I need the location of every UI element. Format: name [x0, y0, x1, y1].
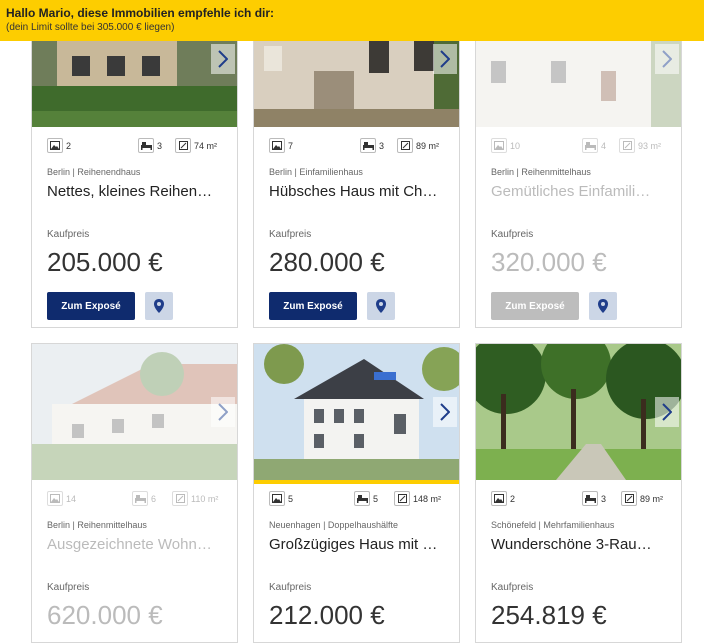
photo-count: 2: [491, 490, 515, 507]
listing-location: Neuenhagen | Doppelhaushälfte: [269, 520, 398, 530]
listing-facts: 5 5 148 m²: [254, 484, 459, 516]
listing-card[interactable]: 2 3 74 m² Berlin | Reihenendhaus Nettes,…: [31, 0, 238, 328]
map-pin-icon: [598, 299, 608, 313]
listing-price: 254.819 €: [491, 600, 607, 630]
photo-count: 14: [47, 490, 76, 507]
listing-card[interactable]: 10 4 93 m² Berlin | Reihenmittelhaus Gem…: [475, 0, 682, 328]
banner-greeting: Hallo Mario, diese Immobilien empfehle i…: [6, 6, 275, 20]
room-count: 3: [360, 137, 384, 154]
photo-count: 10: [491, 137, 520, 154]
expose-button[interactable]: Zum Exposé: [47, 292, 135, 320]
chevron-right-icon: [218, 403, 228, 421]
listing-title[interactable]: Ausgezeichnete Wohn…: [47, 535, 229, 555]
price-label: Kaufpreis: [491, 229, 534, 240]
listing-title[interactable]: Großzügiges Haus mit …: [269, 535, 451, 555]
listing-price: 205.000 €: [47, 247, 163, 277]
listing-price: 620.000 €: [47, 600, 163, 630]
living-area: 89 m²: [621, 490, 663, 507]
room-count: 5: [354, 490, 378, 507]
price-label: Kaufpreis: [47, 229, 90, 240]
next-photo-button[interactable]: [433, 397, 457, 427]
listing-card[interactable]: 5 5 148 m² Neuenhagen | Doppelhaushälfte…: [253, 343, 460, 643]
living-area: 89 m²: [397, 137, 439, 154]
listing-title[interactable]: Hübsches Haus mit Ch…: [269, 182, 451, 202]
listing-card[interactable]: 14 6 110 m² Berlin | Reihenmittelhaus Au…: [31, 343, 238, 643]
price-label: Kaufpreis: [47, 582, 90, 593]
photo-count: 5: [269, 490, 293, 507]
map-pin-icon: [376, 299, 386, 313]
room-count: 6: [132, 490, 156, 507]
room-count: 3: [138, 137, 162, 154]
area-icon: [394, 491, 410, 506]
image-icon: [269, 138, 285, 153]
listing-facts: 2 3 74 m²: [32, 127, 237, 163]
room-count: 4: [582, 137, 606, 154]
area-icon: [619, 138, 635, 153]
bed-icon: [582, 491, 598, 506]
chevron-right-icon: [662, 50, 672, 68]
listing-card[interactable]: 2 3 89 m² Schönefeld | Mehrfamilienhaus …: [475, 343, 682, 643]
listing-photo[interactable]: [32, 344, 237, 480]
next-photo-button[interactable]: [655, 397, 679, 427]
chevron-right-icon: [440, 403, 450, 421]
price-label: Kaufpreis: [269, 229, 312, 240]
listing-facts: 10 4 93 m²: [476, 127, 681, 163]
listing-location: Berlin | Reihenendhaus: [47, 167, 141, 177]
map-button[interactable]: [145, 292, 173, 320]
banner-limit-note: (dein Limit sollte bei 305.000 € liegen): [6, 22, 175, 33]
bed-icon: [354, 491, 370, 506]
next-photo-button[interactable]: [211, 44, 235, 74]
next-photo-button[interactable]: [655, 44, 679, 74]
bed-icon: [360, 138, 376, 153]
bed-icon: [582, 138, 598, 153]
bed-icon: [138, 138, 154, 153]
expose-button[interactable]: Zum Exposé: [269, 292, 357, 320]
living-area: 93 m²: [619, 137, 661, 154]
listing-title[interactable]: Wunderschöne 3-Rau…: [491, 535, 673, 555]
listing-location: Berlin | Reihenmittelhaus: [47, 520, 147, 530]
photo-count: 2: [47, 137, 71, 154]
expose-button[interactable]: Zum Exposé: [491, 292, 579, 320]
chevron-right-icon: [218, 50, 228, 68]
price-label: Kaufpreis: [269, 582, 312, 593]
listing-photo[interactable]: [476, 344, 681, 480]
listing-location: Berlin | Einfamilienhaus: [269, 167, 363, 177]
listing-location: Schönefeld | Mehrfamilienhaus: [491, 520, 615, 530]
listing-price: 212.000 €: [269, 600, 385, 630]
map-pin-icon: [154, 299, 164, 313]
chevron-right-icon: [440, 50, 450, 68]
listing-facts: 7 3 89 m²: [254, 127, 459, 163]
listing-location: Berlin | Reihenmittelhaus: [491, 167, 591, 177]
next-photo-button[interactable]: [211, 397, 235, 427]
listing-title[interactable]: Nettes, kleines Reihen…: [47, 182, 229, 202]
area-icon: [621, 491, 637, 506]
listing-title[interactable]: Gemütliches Einfamili…: [491, 182, 673, 202]
area-icon: [175, 138, 191, 153]
listing-card[interactable]: 7 3 89 m² Berlin | Einfamilienhaus Hübsc…: [253, 0, 460, 328]
listing-facts: 14 6 110 m²: [32, 480, 237, 516]
listing-photo[interactable]: [254, 344, 459, 480]
price-label: Kaufpreis: [491, 582, 534, 593]
recommendation-banner: Hallo Mario, diese Immobilien empfehle i…: [0, 0, 704, 41]
map-button[interactable]: [589, 292, 617, 320]
image-icon: [491, 138, 507, 153]
living-area: 74 m²: [175, 137, 217, 154]
image-icon: [47, 138, 63, 153]
area-icon: [397, 138, 413, 153]
chevron-right-icon: [662, 403, 672, 421]
living-area: 110 m²: [172, 490, 218, 507]
listing-price: 320.000 €: [491, 247, 607, 277]
listing-facts: 2 3 89 m²: [476, 480, 681, 516]
image-icon: [269, 491, 285, 506]
next-photo-button[interactable]: [433, 44, 457, 74]
living-area: 148 m²: [394, 490, 441, 507]
area-icon: [172, 491, 188, 506]
listing-price: 280.000 €: [269, 247, 385, 277]
map-button[interactable]: [367, 292, 395, 320]
image-icon: [491, 491, 507, 506]
image-icon: [47, 491, 63, 506]
bed-icon: [132, 491, 148, 506]
room-count: 3: [582, 490, 606, 507]
photo-count: 7: [269, 137, 293, 154]
